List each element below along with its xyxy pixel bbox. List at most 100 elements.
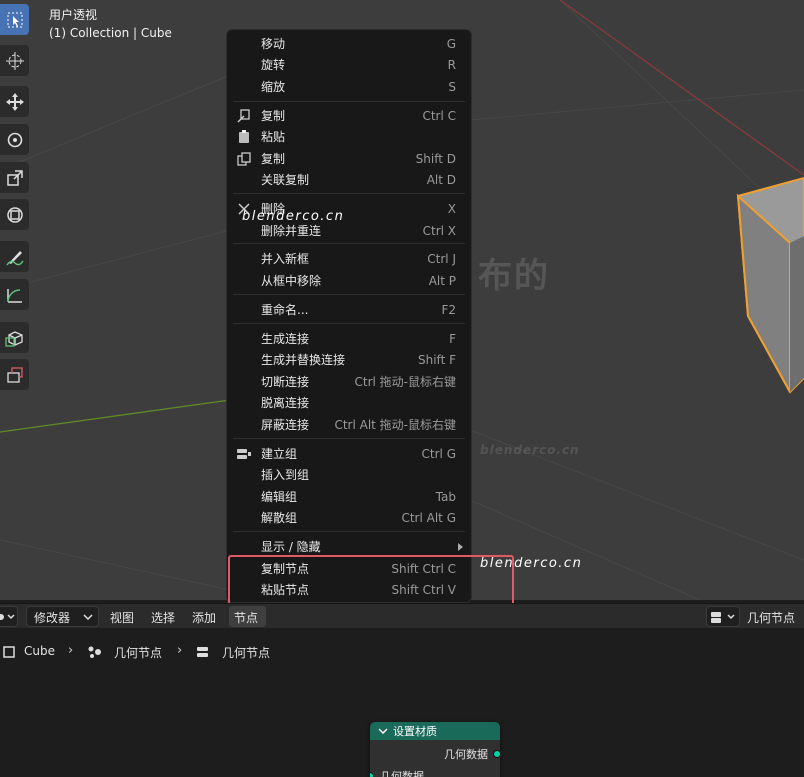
node-output-label: 几何数据 xyxy=(444,748,488,761)
menu-item[interactable]: 脱离连接 xyxy=(227,392,471,413)
menu-item-label: 复制 xyxy=(261,152,286,166)
menu-separator xyxy=(233,323,465,324)
tree-type-label[interactable]: 几何节点 xyxy=(747,609,795,626)
menu-item-shortcut: Ctrl Alt G xyxy=(401,510,456,525)
menu-item[interactable]: 编辑组 Tab xyxy=(227,486,471,507)
menu-item-label: 关联复制 xyxy=(261,173,310,187)
menu-item-label: 插入到组 xyxy=(261,468,310,482)
menu-item-shortcut: F xyxy=(449,331,456,346)
menu-item[interactable]: 复制 Shift D xyxy=(227,148,471,169)
node-context-menu: 移动 G 旋转 R 缩放 S 复制 Ctrl C 粘贴 复制 Shift D 关联复制 Alt D 删除 X… xyxy=(226,29,472,603)
menu-item[interactable]: 移动 G xyxy=(227,33,471,54)
menu-item[interactable]: 插入到组 xyxy=(227,464,471,485)
menu-item-label: 删除 xyxy=(261,202,286,216)
set-material-node[interactable]: 设置材质 几何数据 几何数据 xyxy=(370,722,500,777)
menu-item[interactable]: 显示 / 隐藏 xyxy=(227,536,471,557)
menu-item[interactable]: 并入新框 Ctrl J xyxy=(227,248,471,269)
viewport-title: 用户透视 xyxy=(49,8,98,22)
menu-item-shortcut: Ctrl G xyxy=(421,446,456,461)
menu-view[interactable]: 视图 xyxy=(110,609,134,626)
node-group-icon xyxy=(236,446,252,462)
menu-item[interactable]: 旋转 R xyxy=(227,54,471,75)
breadcrumb-tree[interactable]: 几何节点 xyxy=(222,644,270,661)
menu-item-label: 旋转 xyxy=(261,58,286,72)
transform-icon xyxy=(6,206,23,223)
annotate-icon xyxy=(5,250,24,265)
menu-item-shortcut: R xyxy=(447,57,456,72)
menu-item-label: 编辑组 xyxy=(261,490,298,504)
rotate-icon xyxy=(7,132,22,147)
annotate-tool[interactable] xyxy=(0,241,29,272)
menu-separator xyxy=(233,193,465,194)
menu-item[interactable]: 复制 Ctrl C xyxy=(227,105,471,126)
submenu-arrow-icon xyxy=(458,542,463,551)
move-tool[interactable] xyxy=(0,86,29,117)
menu-item-label: 缩放 xyxy=(261,80,286,94)
menu-item-shortcut: Ctrl C xyxy=(422,108,456,123)
menu-item[interactable]: 建立组 Ctrl G xyxy=(227,443,471,464)
modifier-dropdown[interactable]: 修改器 xyxy=(26,606,99,627)
menu-item[interactable]: 屏蔽连接 Ctrl Alt 拖动-鼠标右键 xyxy=(227,414,471,435)
add-cube-tool[interactable] xyxy=(0,322,29,353)
menu-item-shortcut: Alt P xyxy=(428,273,456,288)
menu-select[interactable]: 选择 xyxy=(151,609,175,626)
menu-item-shortcut: Tab xyxy=(435,489,456,504)
select-box-icon xyxy=(7,12,22,27)
menu-item-shortcut: Ctrl Alt 拖动-鼠标右键 xyxy=(334,418,456,432)
menu-item-shortcut: Shift Ctrl V xyxy=(391,582,456,597)
menu-item[interactable]: 删除并重连 Ctrl X xyxy=(227,220,471,241)
menu-item-label: 复制节点 xyxy=(261,562,310,576)
menu-item-label: 生成并替换连接 xyxy=(261,353,346,367)
menu-item[interactable]: 从框中移除 Alt P xyxy=(227,270,471,291)
menu-item-label: 屏蔽连接 xyxy=(261,418,310,432)
extrude-tool[interactable] xyxy=(0,359,29,390)
menu-item[interactable]: 切断连接 Ctrl 拖动-鼠标右键 xyxy=(227,371,471,392)
menu-item[interactable]: 复制节点 Shift Ctrl C xyxy=(227,558,471,579)
menu-item-shortcut: Ctrl 拖动-鼠标右键 xyxy=(354,375,457,389)
rotate-tool[interactable] xyxy=(0,124,29,155)
menu-item[interactable]: 解散组 Ctrl Alt G xyxy=(227,507,471,528)
node-input-label: 几何数据 xyxy=(380,770,424,777)
tree-type-dropdown[interactable] xyxy=(706,606,740,627)
menu-item[interactable]: 粘贴 xyxy=(227,126,471,147)
menu-item[interactable]: 生成并替换连接 Shift F xyxy=(227,349,471,370)
chevron-down-icon xyxy=(0,614,15,620)
menu-add[interactable]: 添加 xyxy=(192,609,216,626)
menu-separator xyxy=(233,531,465,532)
menu-item-label: 切断连接 xyxy=(261,375,310,389)
measure-tool[interactable] xyxy=(0,279,29,310)
menu-item[interactable]: 关联复制 Alt D xyxy=(227,169,471,190)
modifier-dropdown-label: 修改器 xyxy=(34,611,71,625)
breadcrumb-object[interactable]: Cube xyxy=(24,644,55,658)
menu-item-label: 从框中移除 xyxy=(261,274,322,288)
cursor-tool[interactable] xyxy=(0,45,29,76)
chevron-right-icon: › xyxy=(68,643,74,658)
breadcrumb-modifier[interactable]: 几何节点 xyxy=(114,644,162,661)
add-cube-icon xyxy=(4,330,23,347)
output-socket[interactable] xyxy=(493,750,500,758)
menu-item-shortcut: G xyxy=(446,36,456,51)
node-editor-header: 修改器 视图 选择 添加 节点 几何节点 xyxy=(0,603,804,628)
transform-tool[interactable] xyxy=(0,199,29,230)
menu-item-label: 重命名... xyxy=(261,303,309,317)
menu-item-shortcut: Shift Ctrl C xyxy=(391,561,456,576)
menu-item[interactable]: 删除 X xyxy=(227,198,471,219)
viewport-collection-label: (1) Collection | Cube xyxy=(49,26,172,40)
menu-item-shortcut: Ctrl J xyxy=(427,251,456,266)
menu-item[interactable]: 生成连接 F xyxy=(227,328,471,349)
menu-item[interactable]: 重命名... F2 xyxy=(227,299,471,320)
node-header[interactable]: 设置材质 xyxy=(370,722,500,740)
menu-item[interactable]: 缩放 S xyxy=(227,76,471,97)
input-socket[interactable] xyxy=(370,772,374,777)
menu-item-shortcut: F2 xyxy=(441,302,456,317)
cube-object xyxy=(736,176,804,394)
select-box-tool[interactable] xyxy=(0,4,29,35)
move-icon xyxy=(5,92,24,111)
menu-item[interactable]: 粘贴节点 Shift Ctrl V xyxy=(227,579,471,600)
menu-item-shortcut: Shift D xyxy=(415,151,456,166)
scale-icon xyxy=(6,169,23,186)
menu-item-label: 并入新框 xyxy=(261,252,310,266)
editor-type-dropdown[interactable] xyxy=(0,606,18,627)
scale-tool[interactable] xyxy=(0,162,29,193)
menu-node[interactable]: 节点 xyxy=(234,609,258,626)
